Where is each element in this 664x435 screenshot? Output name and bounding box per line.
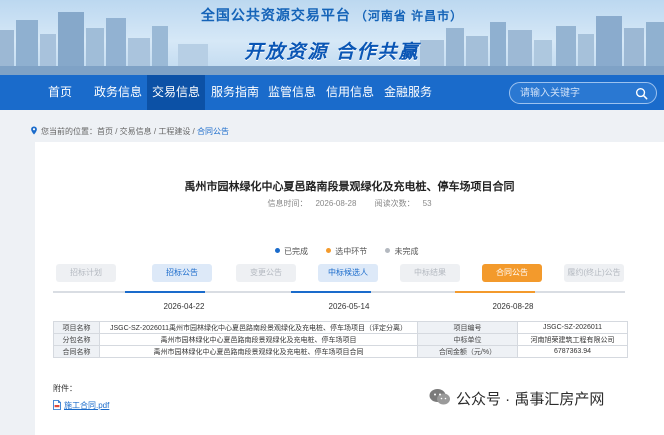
table-key: 中标单位: [417, 333, 518, 346]
watermark: 公众号 · 禹事汇房产网: [429, 384, 659, 414]
table-value: 禹州市园林绿化中心夏邑路南段景观绿化及充电桩、停车场项目合同: [99, 345, 418, 358]
wechat-icon: [429, 389, 450, 405]
breadcrumb-prefix: 您当前的位置：: [41, 127, 97, 136]
legend-selected-dot: [326, 248, 332, 253]
attachment-label: 附件：: [53, 384, 77, 393]
banner-slogan: 开放资源 合作共赢: [244, 42, 420, 63]
site-title: 全国公共资源交易平台 （河南省 许昌市）: [0, 5, 664, 25]
views-label: 阅读次数：: [374, 199, 415, 208]
views-count: 53: [422, 199, 432, 208]
step-date-3: 2026-08-28: [492, 302, 534, 311]
search-box: [509, 82, 657, 104]
attachment-link[interactable]: 施工合同.pdf: [53, 400, 109, 411]
location-pin-icon: [31, 126, 37, 135]
legend-done-dot: [275, 248, 280, 253]
progress-segment-2: [291, 291, 371, 293]
process-steps: 招标计划 招标公告 变更公告 中标候选人 中标结果 合同公告 履约(终止)公告 …: [35, 264, 664, 314]
progress-segment-1: [125, 291, 205, 293]
main-nav: 首页 政务信息 交易信息 服务指南 监管信息 信用信息 金融服务: [0, 75, 664, 110]
search-icon[interactable]: [635, 87, 648, 100]
step-contract-announcement[interactable]: 合同公告: [482, 264, 542, 282]
table-key: 合同名称: [53, 345, 100, 358]
nav-item-credit-info[interactable]: 信用信息: [322, 75, 378, 110]
site-subtitle: （河南省 许昌市）: [354, 9, 464, 23]
legend-selected-label: 选中环节: [335, 247, 368, 256]
publish-date: 2026-08-28: [315, 199, 357, 208]
breadcrumb: 您当前的位置：首页 / 交易信息 / 工程建设 / 合同公告: [30, 126, 229, 137]
step-bidding-plan[interactable]: 招标计划: [56, 264, 116, 282]
article-meta: 信息时间： 2026-08-28 阅读次数： 53: [35, 198, 664, 209]
legend-todo-label: 未完成: [394, 247, 419, 256]
step-date-1: 2026-04-22: [163, 302, 205, 311]
table-key: 项目编号: [417, 321, 518, 334]
table-value: 河南旭荣建筑工程有限公司: [517, 333, 628, 346]
table-value: JSGC-SZ-2026011: [517, 321, 628, 334]
watermark-text: 公众号 · 禹事汇房产网: [456, 391, 605, 408]
pdf-file-icon: [53, 400, 61, 410]
attachment-filename[interactable]: 施工合同.pdf: [64, 401, 109, 410]
breadcrumb-current: 合同公告: [197, 127, 230, 136]
search-input[interactable]: [520, 85, 630, 101]
nav-item-service-guide[interactable]: 服务指南: [207, 75, 263, 110]
header-banner: 全国公共资源交易平台 （河南省 许昌市） 开放资源 合作共赢: [0, 0, 664, 75]
publish-label: 信息时间：: [267, 199, 308, 208]
table-key: 项目名称: [53, 321, 100, 334]
legend-todo-dot: [385, 248, 391, 253]
step-winning-result[interactable]: 中标结果: [400, 264, 460, 282]
legend-selected: 选中环节: [326, 246, 367, 257]
table-row: 合同名称 禹州市园林绿化中心夏邑路南段景观绿化及充电桩、停车场项目合同 合同金额…: [53, 345, 628, 358]
table-row: 分包名称 禹州市园林绿化中心夏邑路南段景观绿化及充电桩、停车场项目 中标单位 河…: [53, 333, 628, 346]
breadcrumb-path[interactable]: 首页 / 交易信息 / 工程建设 /: [97, 127, 197, 136]
nav-item-government-info[interactable]: 政务信息: [90, 75, 146, 110]
legend-done: 已完成: [275, 246, 308, 257]
nav-item-home[interactable]: 首页: [36, 75, 84, 110]
legend-todo: 未完成: [385, 246, 418, 257]
step-change-announcement[interactable]: 变更公告: [236, 264, 296, 282]
contract-info-table: 项目名称 JSGC-SZ-2026011禹州市园林绿化中心夏邑路南段景观绿化及充…: [53, 321, 628, 358]
legend-done-label: 已完成: [284, 247, 308, 256]
page-title: 禹州市园林绿化中心夏邑路南段景观绿化及充电桩、停车场项目合同: [184, 181, 515, 193]
progress-segment-3: [455, 291, 535, 293]
table-key: 合同金额（元/%）: [417, 345, 518, 358]
step-date-2: 2026-05-14: [328, 302, 370, 311]
nav-item-trading-info[interactable]: 交易信息: [147, 75, 205, 110]
table-row: 项目名称 JSGC-SZ-2026011禹州市园林绿化中心夏邑路南段景观绿化及充…: [53, 321, 628, 334]
step-performance-announcement[interactable]: 履约(终止)公告: [564, 264, 624, 282]
table-value: 禹州市园林绿化中心夏邑路南段景观绿化及充电桩、停车场项目: [99, 333, 418, 346]
nav-item-financial-services[interactable]: 金融服务: [380, 75, 436, 110]
step-tender-announcement[interactable]: 招标公告: [152, 264, 212, 282]
status-legend: 已完成 选中环节 未完成: [275, 246, 434, 257]
table-value: 6787363.94: [517, 345, 628, 358]
table-value: JSGC-SZ-2026011禹州市园林绿化中心夏邑路南段景观绿化及充电桩、停车…: [99, 321, 418, 334]
step-winning-candidate[interactable]: 中标候选人: [318, 264, 378, 282]
site-title-text: 全国公共资源交易平台: [200, 7, 351, 23]
nav-item-supervision-info[interactable]: 监管信息: [264, 75, 320, 110]
table-key: 分包名称: [53, 333, 100, 346]
